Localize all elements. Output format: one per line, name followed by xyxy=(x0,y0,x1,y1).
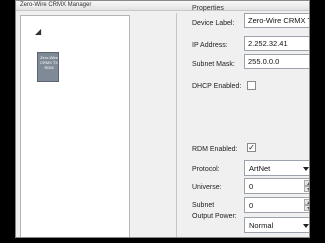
chevron-down-icon xyxy=(303,224,309,228)
tree-collapse-icon[interactable]: ◢ xyxy=(35,28,41,36)
window-title: Zero-Wire CRMX Manager xyxy=(20,2,92,8)
ip-address-input[interactable]: 2.252.32.41 xyxy=(244,36,309,51)
panel-divider xyxy=(176,13,177,237)
properties-title: Properties xyxy=(192,5,224,12)
subnet-spin-buttons xyxy=(304,199,309,211)
rdm-enabled-label: RDM Enabled: xyxy=(192,146,238,153)
device-label-input[interactable]: Zero-Wire CRMX TX RDM xyxy=(244,13,309,28)
protocol-label: Protocol: xyxy=(192,166,220,173)
protocol-select[interactable]: ArtNet xyxy=(244,160,309,176)
subnet-decrement-icon[interactable] xyxy=(304,205,309,211)
output-power-label: Output Power: xyxy=(192,213,237,220)
universe-decrement-icon[interactable] xyxy=(304,186,309,192)
chevron-down-icon xyxy=(303,167,309,171)
app-window: Zero-Wire CRMX Manager ◢ Zero-Wire CRMX … xyxy=(15,0,310,238)
subnet-value: 0 xyxy=(249,201,254,210)
device-tree-node-label: Zero-Wire CRMX TX RDM xyxy=(40,55,58,70)
subnet-label: Subnet xyxy=(192,202,215,209)
rdm-enabled-checkbox[interactable]: ✓ xyxy=(247,143,256,152)
subnet-stepper[interactable]: 0 xyxy=(244,197,309,213)
universe-value: 0 xyxy=(249,182,254,191)
device-tree-panel[interactable]: ◢ Zero-Wire CRMX TX RDM xyxy=(20,15,130,237)
dhcp-enabled-checkbox[interactable] xyxy=(247,81,256,90)
window-titlebar: Zero-Wire CRMX Manager xyxy=(16,1,309,11)
device-tree-node[interactable]: Zero-Wire CRMX TX RDM xyxy=(37,52,59,82)
universe-label: Universe: xyxy=(192,184,222,191)
subnet-mask-label: Subnet Mask: xyxy=(192,61,235,68)
dhcp-enabled-label: DHCP Enabled: xyxy=(192,83,242,90)
universe-stepper[interactable]: 0 xyxy=(244,178,309,194)
output-power-select[interactable]: Normal xyxy=(244,217,309,233)
subnet-mask-input[interactable]: 255.0.0.0 xyxy=(244,54,309,69)
ip-address-label: IP Address: xyxy=(192,42,228,49)
output-power-value: Normal xyxy=(249,221,274,230)
device-label-label: Device Label: xyxy=(192,20,235,27)
protocol-select-value: ArtNet xyxy=(249,164,271,173)
universe-spin-buttons xyxy=(304,180,309,192)
screen-background: Zero-Wire CRMX Manager ◢ Zero-Wire CRMX … xyxy=(0,0,325,243)
